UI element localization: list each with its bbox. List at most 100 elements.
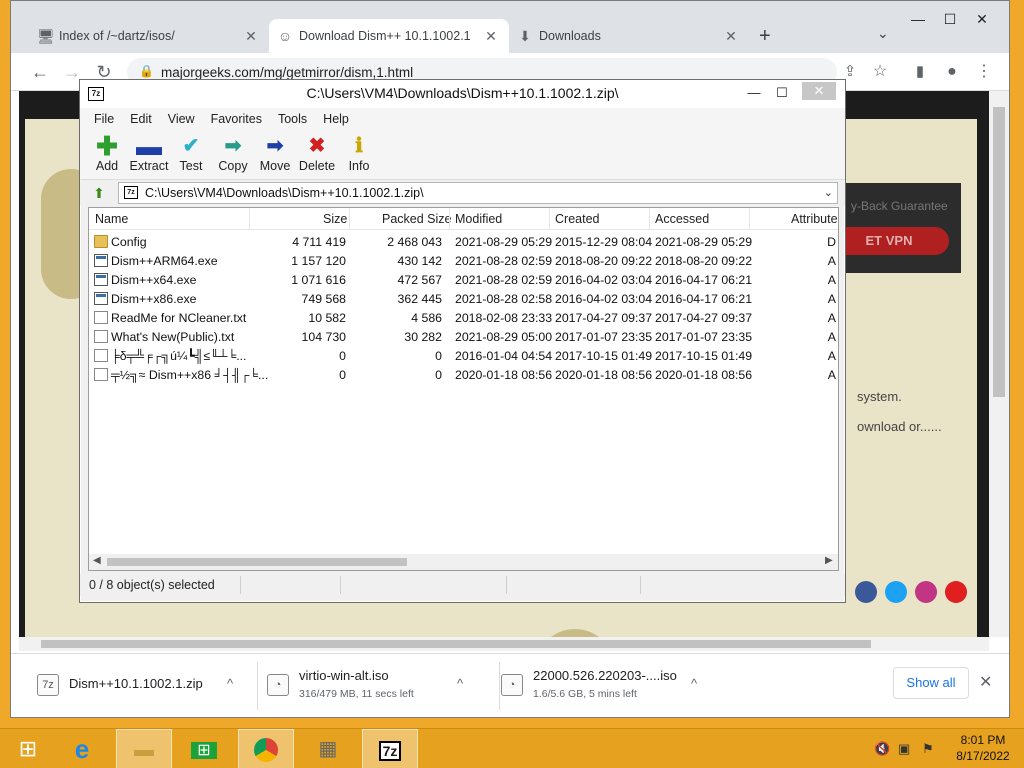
speaker-muted-icon[interactable]: 🔇	[874, 741, 890, 757]
column-header-packed-size[interactable]: Packed Size	[382, 212, 451, 226]
chevron-up-icon[interactable]: ^	[227, 676, 233, 691]
test-button[interactable]: ✔ Test	[170, 134, 212, 178]
close-icon[interactable]: ✕	[723, 28, 739, 44]
twitter-icon[interactable]	[885, 581, 907, 603]
chevron-up-icon[interactable]: ^	[691, 676, 697, 691]
column-header-modified[interactable]: Modified	[455, 212, 502, 226]
instagram-icon[interactable]	[915, 581, 937, 603]
delete-button[interactable]: ✖ Delete	[296, 134, 338, 178]
close-icon[interactable]: ✕	[979, 672, 992, 692]
action-center-icon[interactable]: ⚑	[922, 741, 934, 757]
menu-favorites[interactable]: Favorites	[203, 108, 270, 130]
chevron-up-icon[interactable]: ^	[457, 676, 463, 691]
copy-button[interactable]: ➡ Copy	[212, 134, 254, 178]
table-row[interactable]: ╞δ╤╩╒┌╗ú¼┗╣≤╙┴╘... 0 0 2016-01-04 04:54 2017…	[89, 346, 838, 365]
divider	[640, 576, 641, 594]
taskbar-store[interactable]: ⊞	[176, 729, 232, 768]
exe-file-icon	[94, 292, 108, 305]
close-icon[interactable]: ✕	[483, 28, 499, 44]
tab-download-dism[interactable]: ☺ Download Dism++ 10.1.1002.10 ✕	[269, 19, 509, 53]
column-header-created[interactable]: Created	[555, 212, 599, 226]
extract-icon: ▬	[136, 131, 162, 161]
profile-avatar-icon[interactable]: ●	[941, 61, 963, 83]
table-row[interactable]: Dism++x86.exe 749 568 362 445 2021-08-28 02…	[89, 289, 838, 308]
add-button[interactable]: ✚ Add	[86, 133, 128, 178]
scroll-thumb[interactable]	[41, 640, 871, 648]
scroll-thumb[interactable]	[993, 107, 1005, 397]
tab-label: Download Dism++ 10.1.1002.10	[299, 29, 471, 43]
menu-view[interactable]: View	[160, 108, 203, 130]
taskbar-7zip[interactable]: 7z	[362, 729, 418, 768]
close-icon[interactable]: ✕	[243, 28, 259, 44]
download-icon: ⬇	[519, 28, 531, 44]
taskbar-setup[interactable]: ▦	[300, 729, 356, 768]
maximize-icon[interactable]: ☐	[768, 85, 796, 101]
cell-accessed: 2017-10-15 01:49	[655, 349, 753, 363]
exe-file-icon	[94, 254, 108, 267]
download-item[interactable]: ◔ virtio-win-alt.iso 316/479 MB, 11 secs…	[267, 662, 487, 710]
table-row[interactable]: Dism++ARM64.exe 1 157 120 430 142 2021-08-2…	[89, 251, 838, 270]
maximize-icon[interactable]: ☐	[935, 11, 965, 28]
table-row[interactable]: ╤½╗≈ Dism++x86 ╛┤╢┌╘... 0 0 2020-01-18 08:5…	[89, 365, 838, 384]
tab-downloads[interactable]: ⬇ Downloads ✕	[509, 19, 749, 53]
cell-created: 2017-10-15 01:49	[555, 349, 653, 363]
page-vertical-scrollbar[interactable]	[989, 91, 1009, 637]
scroll-thumb[interactable]	[107, 558, 407, 566]
menu-edit[interactable]: Edit	[122, 108, 160, 130]
scroll-right-icon[interactable]: ▶	[825, 555, 833, 566]
network-icon[interactable]: ▣	[898, 741, 910, 757]
table-row[interactable]: Config 4 711 419 2 468 043 2021-08-29 05:29…	[89, 232, 838, 251]
taskbar-chrome[interactable]	[238, 729, 294, 768]
cell-created: 2016-04-02 03:04	[555, 273, 653, 287]
system-clock[interactable]: 8:01 PM 8/17/2022	[948, 732, 1018, 764]
cell-size: 104 730	[301, 330, 346, 344]
column-header-accessed[interactable]: Accessed	[655, 212, 709, 226]
column-header-attribute[interactable]: Attribute	[791, 212, 838, 226]
move-button[interactable]: ➡ Move	[254, 134, 296, 178]
path-combobox[interactable]: 7z C:\Users\VM4\Downloads\Dism++10.1.100…	[118, 182, 838, 204]
side-panel-icon[interactable]: ▮	[909, 61, 931, 83]
cell-name: Config	[111, 235, 147, 249]
column-header-name[interactable]: Name	[95, 212, 128, 226]
minimize-icon[interactable]: —	[740, 85, 768, 100]
show-all-button[interactable]: Show all	[893, 667, 969, 699]
cell-created: 2017-01-07 23:35	[555, 330, 653, 344]
menu-file[interactable]: File	[86, 108, 122, 130]
progress-ring-icon: ◔	[501, 674, 523, 696]
taskbar-file-explorer[interactable]: ▬	[116, 729, 172, 768]
menu-help[interactable]: Help	[315, 108, 357, 130]
vpn-ad-button[interactable]: ET VPN	[829, 227, 949, 255]
youtube-icon[interactable]	[945, 581, 967, 603]
minimize-icon[interactable]: —	[903, 11, 933, 27]
folder-icon	[94, 235, 108, 248]
download-item[interactable]: ◔ 22000.526.220203-....iso 1.6/5.6 GB, 5…	[501, 662, 721, 710]
bookmark-star-icon[interactable]: ☆	[869, 61, 891, 83]
internet-explorer-icon: e	[74, 734, 90, 764]
table-row[interactable]: Dism++x64.exe 1 071 616 472 567 2021-08-28 …	[89, 270, 838, 289]
folder-up-icon[interactable]: ⬆	[90, 184, 108, 202]
extract-button[interactable]: ▬ Extract	[128, 131, 170, 178]
column-header-size[interactable]: Size	[323, 212, 347, 226]
page-horizontal-scrollbar[interactable]	[19, 637, 989, 651]
table-row[interactable]: What's New(Public).txt 104 730 30 282 2021-…	[89, 327, 838, 346]
tab-index-isos[interactable]: 🖥 Index of /~dartz/isos/ ✕	[29, 19, 269, 53]
close-window-icon[interactable]: ✕	[802, 82, 836, 100]
chevron-down-icon[interactable]: ⌄	[824, 183, 833, 203]
facebook-icon[interactable]	[855, 581, 877, 603]
scroll-left-icon[interactable]: ◀	[93, 555, 101, 566]
cell-created: 2016-04-02 03:04	[555, 292, 653, 306]
cell-created: 2017-04-27 09:37	[555, 311, 653, 325]
menu-kebab-icon[interactable]: ⋮	[973, 61, 995, 83]
close-window-icon[interactable]: ✕	[967, 11, 997, 28]
list-horizontal-scrollbar[interactable]: ◀ ▶	[89, 554, 838, 570]
table-row[interactable]: ReadMe for NCleaner.txt 10 582 4 586 2018-0…	[89, 308, 838, 327]
back-icon[interactable]: ←	[29, 61, 51, 83]
chevron-down-icon[interactable]: ⌄	[877, 25, 889, 42]
clock-time: 8:01 PM	[960, 733, 1006, 747]
info-button[interactable]: ℹ Info	[338, 134, 380, 178]
new-tab-icon[interactable]: +	[759, 25, 771, 48]
download-item[interactable]: 7z Dism++10.1.1002.1.zip ^	[37, 662, 247, 710]
menu-tools[interactable]: Tools	[270, 108, 315, 130]
taskbar-ie[interactable]: e	[54, 729, 110, 768]
start-button[interactable]: ⊞	[0, 729, 56, 768]
